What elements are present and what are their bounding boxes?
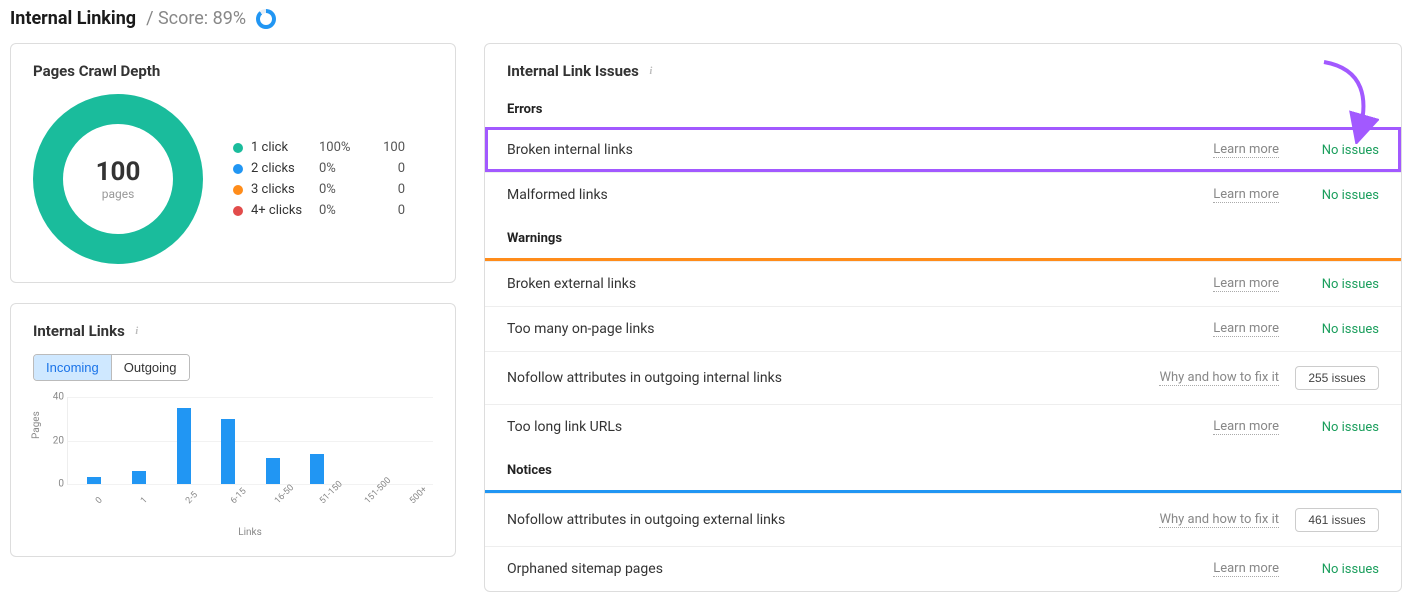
legend-row[interactable]: 2 clicks 0% 0: [233, 161, 405, 176]
crawl-depth-card: Pages Crawl Depth 100 pages 1 click100%1…: [10, 43, 456, 283]
legend-pct: 0%: [319, 182, 365, 197]
crawl-depth-total: 100: [96, 157, 141, 187]
issue-status: No issues: [1295, 188, 1379, 203]
issue-learn-more-link[interactable]: Why and how to fix it: [1159, 370, 1279, 386]
legend-pct: 0%: [319, 203, 365, 218]
issues-card: Internal Link Issues i ErrorsBroken inte…: [484, 43, 1402, 592]
issue-row: Too long link URLs Learn more No issues: [485, 404, 1401, 449]
legend-pct: 0%: [319, 161, 365, 176]
issue-learn-more-link[interactable]: Learn more: [1213, 321, 1279, 337]
internal-links-chart: Pages 02040 012-56-1516-5051-150151-5005…: [33, 393, 433, 523]
crawl-depth-total-label: pages: [102, 187, 135, 201]
legend-dot-icon: [233, 143, 243, 153]
legend-dot-icon: [233, 206, 243, 216]
issues-section-label: Errors: [485, 88, 1401, 127]
legend-row[interactable]: 3 clicks 0% 0: [233, 182, 405, 197]
chart-xtick: 1: [139, 489, 156, 506]
legend-count: 0: [369, 203, 405, 218]
issue-name: Nofollow attributes in outgoing internal…: [507, 370, 1143, 386]
crawl-depth-donut: 100 pages: [33, 94, 203, 264]
issue-status: No issues: [1295, 277, 1379, 292]
issue-learn-more-link[interactable]: Learn more: [1213, 561, 1279, 577]
legend-dot-icon: [233, 164, 243, 174]
issue-learn-more-link[interactable]: Why and how to fix it: [1159, 512, 1279, 528]
legend-row[interactable]: 4+ clicks 0% 0: [233, 203, 405, 218]
legend-label: 3 clicks: [251, 182, 315, 197]
legend-label: 2 clicks: [251, 161, 315, 176]
chart-bar[interactable]: [310, 454, 324, 484]
issue-row: Orphaned sitemap pages Learn more No issue…: [485, 546, 1401, 591]
issue-learn-more-link[interactable]: Learn more: [1213, 419, 1279, 435]
issue-learn-more-link[interactable]: Learn more: [1213, 187, 1279, 203]
issue-status: No issues: [1295, 562, 1379, 577]
legend-count: 100: [369, 140, 405, 155]
chart-xtick: 51-150: [318, 489, 335, 506]
legend-count: 0: [369, 182, 405, 197]
legend-pct: 100%: [319, 140, 365, 155]
issues-title: Internal Link Issues: [507, 62, 639, 80]
issue-name: Nofollow attributes in outgoing external…: [507, 512, 1143, 528]
info-icon[interactable]: i: [131, 325, 143, 337]
issue-row: Malformed links Learn more No issues: [485, 172, 1401, 217]
legend-dot-icon: [233, 185, 243, 195]
issue-status: No issues: [1295, 322, 1379, 337]
issue-row: Broken external links Learn more No issues: [485, 261, 1401, 306]
chart-xtick: 6-15: [229, 489, 246, 506]
tab-outgoing[interactable]: Outgoing: [111, 355, 189, 380]
issue-status-button[interactable]: 461 issues: [1295, 508, 1379, 532]
chart-ytick: 40: [40, 392, 64, 403]
chart-bar[interactable]: [87, 477, 101, 484]
internal-links-card: Internal Links i Incoming Outgoing Pages…: [10, 303, 456, 557]
issue-name: Too many on-page links: [507, 321, 1197, 337]
crawl-depth-title: Pages Crawl Depth: [33, 62, 433, 80]
chart-x-label: Links: [33, 527, 433, 538]
issue-status: No issues: [1295, 420, 1379, 435]
issue-name: Malformed links: [507, 187, 1197, 203]
chart-bar[interactable]: [266, 458, 280, 484]
legend-label: 4+ clicks: [251, 203, 315, 218]
chart-bar[interactable]: [221, 419, 235, 484]
issue-status: No issues: [1295, 143, 1379, 158]
score-value: 89%: [213, 8, 246, 29]
issue-name: Orphaned sitemap pages: [507, 561, 1197, 577]
chart-bar[interactable]: [132, 471, 146, 484]
issues-section-label: Warnings: [485, 217, 1401, 256]
issues-section-label: Notices: [485, 449, 1401, 488]
internal-links-title: Internal Links: [33, 322, 125, 340]
issue-row: Nofollow attributes in outgoing internal…: [485, 351, 1401, 404]
chart-xtick: 151-500: [363, 489, 380, 506]
issue-name: Broken external links: [507, 276, 1197, 292]
legend-label: 1 click: [251, 140, 315, 155]
tab-incoming[interactable]: Incoming: [34, 355, 111, 380]
page-header: Internal Linking / Score: 89%: [10, 8, 1402, 29]
issue-name: Broken internal links: [507, 142, 1197, 158]
chart-xtick: 500+: [408, 489, 425, 506]
issue-name: Too long link URLs: [507, 419, 1197, 435]
page-score: / Score: 89%: [146, 8, 246, 29]
issue-row: Broken internal links Learn more No issues: [485, 127, 1401, 172]
issue-status-button[interactable]: 255 issues: [1295, 366, 1379, 390]
score-donut-icon: [256, 9, 276, 29]
internal-links-tabs: Incoming Outgoing: [33, 354, 190, 381]
chart-bar[interactable]: [177, 408, 191, 484]
page-title: Internal Linking: [10, 8, 136, 29]
chart-xtick: 0: [94, 489, 111, 506]
legend-row[interactable]: 1 click 100% 100: [233, 140, 405, 155]
issue-learn-more-link[interactable]: Learn more: [1213, 276, 1279, 292]
chart-xtick: 16-50: [273, 489, 290, 506]
chart-ytick: 20: [40, 435, 64, 446]
chart-xtick: 2-5: [184, 489, 201, 506]
legend-count: 0: [369, 161, 405, 176]
score-prefix: / Score:: [146, 8, 213, 29]
issue-row: Too many on-page links Learn more No issue…: [485, 306, 1401, 351]
chart-ytick: 0: [40, 479, 64, 490]
info-icon[interactable]: i: [645, 65, 657, 77]
crawl-depth-legend: 1 click100%1002 clicks0%03 clicks0%04+ c…: [233, 134, 405, 224]
issue-learn-more-link[interactable]: Learn more: [1213, 142, 1279, 158]
issue-row: Nofollow attributes in outgoing external…: [485, 493, 1401, 546]
